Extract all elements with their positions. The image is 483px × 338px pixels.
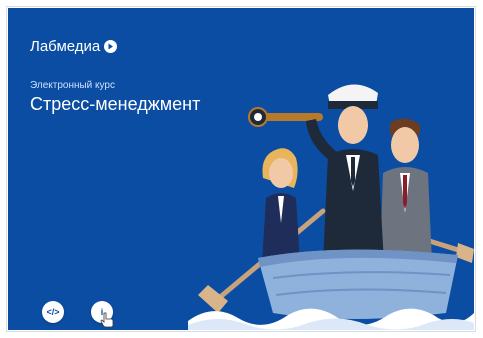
- code-icon: </>: [46, 307, 60, 317]
- play-icon: [104, 40, 118, 53]
- brand-name: Лабмедиа: [30, 38, 101, 55]
- boat-illustration: [188, 84, 474, 330]
- embed-button[interactable]: </>: [42, 301, 64, 323]
- course-subtitle: Электронный курс: [30, 80, 115, 91]
- brand-logo: Лабмедиа: [30, 38, 118, 55]
- cursor-icon: [100, 312, 114, 328]
- course-cover: Лабмедиа Электронный курс Стресс-менеджм…: [8, 8, 474, 330]
- course-player: Лабмедиа Электронный курс Стресс-менеджм…: [6, 6, 476, 332]
- course-title: Стресс-менеджмент: [30, 94, 201, 114]
